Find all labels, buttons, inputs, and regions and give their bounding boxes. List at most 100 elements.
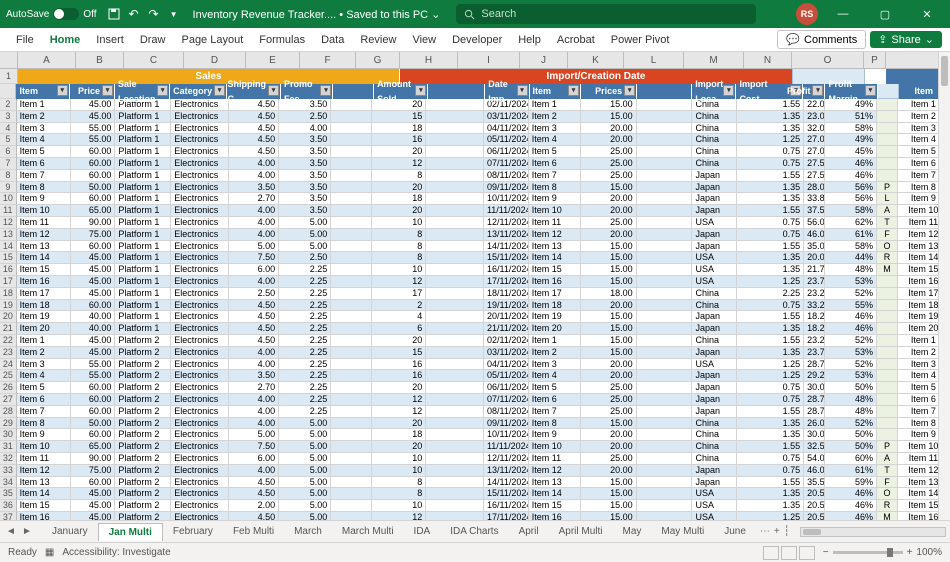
filter-icon[interactable]: ▾	[865, 85, 876, 96]
filter-icon[interactable]: ▾	[415, 85, 426, 96]
table-row[interactable]: 36Item 1545.00Platform 2Electronics2.005…	[0, 500, 950, 512]
col-header-B[interactable]: B	[76, 52, 124, 68]
row-header-30[interactable]: 30	[0, 429, 17, 441]
share-button[interactable]: ⇪ Share ⌄	[870, 31, 942, 48]
table-row[interactable]: 16Item 1545.00Platform 1Electronics6.002…	[0, 264, 950, 276]
table-row[interactable]: 3Item 245.00Platform 1Electronics4.502.5…	[0, 111, 950, 123]
table-row[interactable]: 4Item 355.00Platform 1Electronics4.504.0…	[0, 123, 950, 135]
maximize-button[interactable]: ▢	[868, 0, 902, 28]
row-header-24[interactable]: 24	[0, 359, 17, 371]
col-header-amount-sold[interactable]: Amount Sold▾	[374, 84, 428, 99]
ribbon-tab-page-layout[interactable]: Page Layout	[173, 28, 251, 51]
filter-icon[interactable]: ▾	[517, 85, 528, 96]
save-icon[interactable]	[107, 7, 121, 21]
table-row[interactable]: 23Item 245.00Platform 2Electronics4.002.…	[0, 347, 950, 359]
col-header-import-loca[interactable]: Import Loca▾	[692, 84, 736, 99]
col-header-item[interactable]: Item▾	[530, 84, 581, 99]
col-header-H[interactable]: H	[400, 52, 458, 68]
vertical-scrollbar[interactable]	[938, 52, 950, 520]
row-header-2[interactable]: 2	[0, 99, 17, 111]
ribbon-tab-acrobat[interactable]: Acrobat	[549, 28, 603, 51]
row-header-36[interactable]: 36	[0, 500, 17, 512]
ribbon-tab-power-pivot[interactable]: Power Pivot	[603, 28, 678, 51]
row-header-9[interactable]: 9	[0, 182, 17, 194]
filter-icon[interactable]: ▾	[102, 85, 113, 96]
col-header-item[interactable]: Item▾	[16, 84, 69, 99]
col-header-price[interactable]: Price▾	[70, 84, 115, 99]
row-header-22[interactable]: 22	[0, 335, 17, 347]
row-header-37[interactable]: 37	[0, 512, 17, 520]
filter-icon[interactable]: ▾	[214, 85, 225, 96]
col-header-category[interactable]: Category▾	[170, 84, 227, 99]
sheet-tab-march[interactable]: March	[284, 523, 332, 541]
column-headers[interactable]: ABCDEFGHIJKLMNOP	[0, 52, 950, 69]
zoom-slider[interactable]	[833, 551, 903, 554]
ribbon-tab-draw[interactable]: Draw	[132, 28, 174, 51]
filter-icon[interactable]: ▾	[568, 85, 579, 96]
row-header-34[interactable]: 34	[0, 477, 17, 489]
filter-icon[interactable]: ▾	[320, 85, 331, 96]
sheet-tab-may-multi[interactable]: May Multi	[651, 523, 714, 541]
col-header-blank[interactable]	[333, 84, 374, 99]
col-header-E[interactable]: E	[246, 52, 300, 68]
ribbon-tab-developer[interactable]: Developer	[444, 28, 510, 51]
spreadsheet-grid[interactable]: ABCDEFGHIJKLMNOP 1 Sales Import/Creation…	[0, 52, 950, 520]
table-row[interactable]: 21Item 2040.00Platform 1Electronics4.502…	[0, 323, 950, 335]
comments-button[interactable]: 💬 Comments	[777, 30, 866, 49]
table-row[interactable]: 29Item 850.00Platform 2Electronics4.005.…	[0, 418, 950, 430]
sheet-nav-prev[interactable]: ◄	[4, 526, 18, 537]
col-header-shipping-c[interactable]: Shipping C▾	[227, 84, 281, 99]
col-header-profit[interactable]: Profit▾	[803, 84, 825, 99]
row-header-1[interactable]: 1	[0, 69, 18, 84]
row-header-19[interactable]: 19	[0, 300, 17, 312]
table-row[interactable]: 37Item 1645.00Platform 2Electronics4.505…	[0, 512, 950, 520]
select-all-corner[interactable]	[0, 52, 18, 68]
row-header-8[interactable]: 8	[0, 170, 17, 182]
ribbon-tab-help[interactable]: Help	[510, 28, 549, 51]
close-button[interactable]: ✕	[910, 0, 944, 28]
row-header-23[interactable]: 23	[0, 347, 17, 359]
filter-icon[interactable]: ▾	[157, 85, 168, 96]
sheet-tab-ida-charts[interactable]: IDA Charts	[440, 523, 508, 541]
sheet-tab-june[interactable]: June	[714, 523, 756, 541]
table-row[interactable]: 22Item 145.00Platform 2Electronics4.502.…	[0, 335, 950, 347]
status-accessibility[interactable]: Accessibility: Investigate	[62, 547, 170, 558]
ribbon-tab-home[interactable]: Home	[42, 28, 89, 51]
row-header-14[interactable]: 14	[0, 241, 17, 253]
table-row[interactable]: 7Item 660.00Platform 1Electronics4.003.5…	[0, 158, 950, 170]
col-header-M[interactable]: M	[684, 52, 744, 68]
table-row[interactable]: 20Item 1940.00Platform 1Electronics4.502…	[0, 311, 950, 323]
col-header-N[interactable]: N	[744, 52, 792, 68]
sheet-tab-feb-multi[interactable]: Feb Multi	[223, 523, 284, 541]
col-header-A[interactable]: A	[18, 52, 76, 68]
row-header-20[interactable]: 20	[0, 311, 17, 323]
row-header-29[interactable]: 29	[0, 418, 17, 430]
table-row[interactable]: 8Item 760.00Platform 1Electronics4.003.5…	[0, 170, 950, 182]
minimize-button[interactable]: —	[826, 0, 860, 28]
col-header-L[interactable]: L	[624, 52, 684, 68]
col-header-D[interactable]: D	[184, 52, 246, 68]
table-row[interactable]: 30Item 960.00Platform 2Electronics5.005.…	[0, 429, 950, 441]
row-header-33[interactable]: 33	[0, 465, 17, 477]
qat-dropdown-icon[interactable]: ▼	[167, 7, 181, 21]
autosave-toggle[interactable]: AutoSave Off	[6, 8, 97, 20]
col-header-G[interactable]: G	[356, 52, 400, 68]
row-header-6[interactable]: 6	[0, 146, 17, 158]
table-row[interactable]: 12Item 1190.00Platform 1Electronics4.005…	[0, 217, 950, 229]
sheet-tab-april-multi[interactable]: April Multi	[549, 523, 613, 541]
sheet-tab-jan-multi[interactable]: Jan Multi	[98, 523, 163, 541]
col-header-promo-fee[interactable]: Promo Fee▾	[281, 84, 333, 99]
sheet-tab-march-multi[interactable]: March Multi	[332, 523, 404, 541]
row-header-21[interactable]: 21	[0, 323, 17, 335]
sheet-tab-ida[interactable]: IDA	[404, 523, 441, 541]
table-row[interactable]: 28Item 760.00Platform 2Electronics4.002.…	[0, 406, 950, 418]
row-header-11[interactable]: 11	[0, 205, 17, 217]
table-row[interactable]: 9Item 850.00Platform 1Electronics3.503.5…	[0, 182, 950, 194]
col-header-F[interactable]: F	[300, 52, 356, 68]
filter-icon[interactable]: ▾	[723, 85, 734, 96]
filter-icon[interactable]: ▾	[624, 85, 635, 96]
undo-icon[interactable]: ↶	[127, 7, 141, 21]
table-row[interactable]: 33Item 1275.00Platform 2Electronics4.005…	[0, 465, 950, 477]
row-header-15[interactable]: 15	[0, 252, 17, 264]
table-row[interactable]: 15Item 1445.00Platform 1Electronics7.502…	[0, 252, 950, 264]
